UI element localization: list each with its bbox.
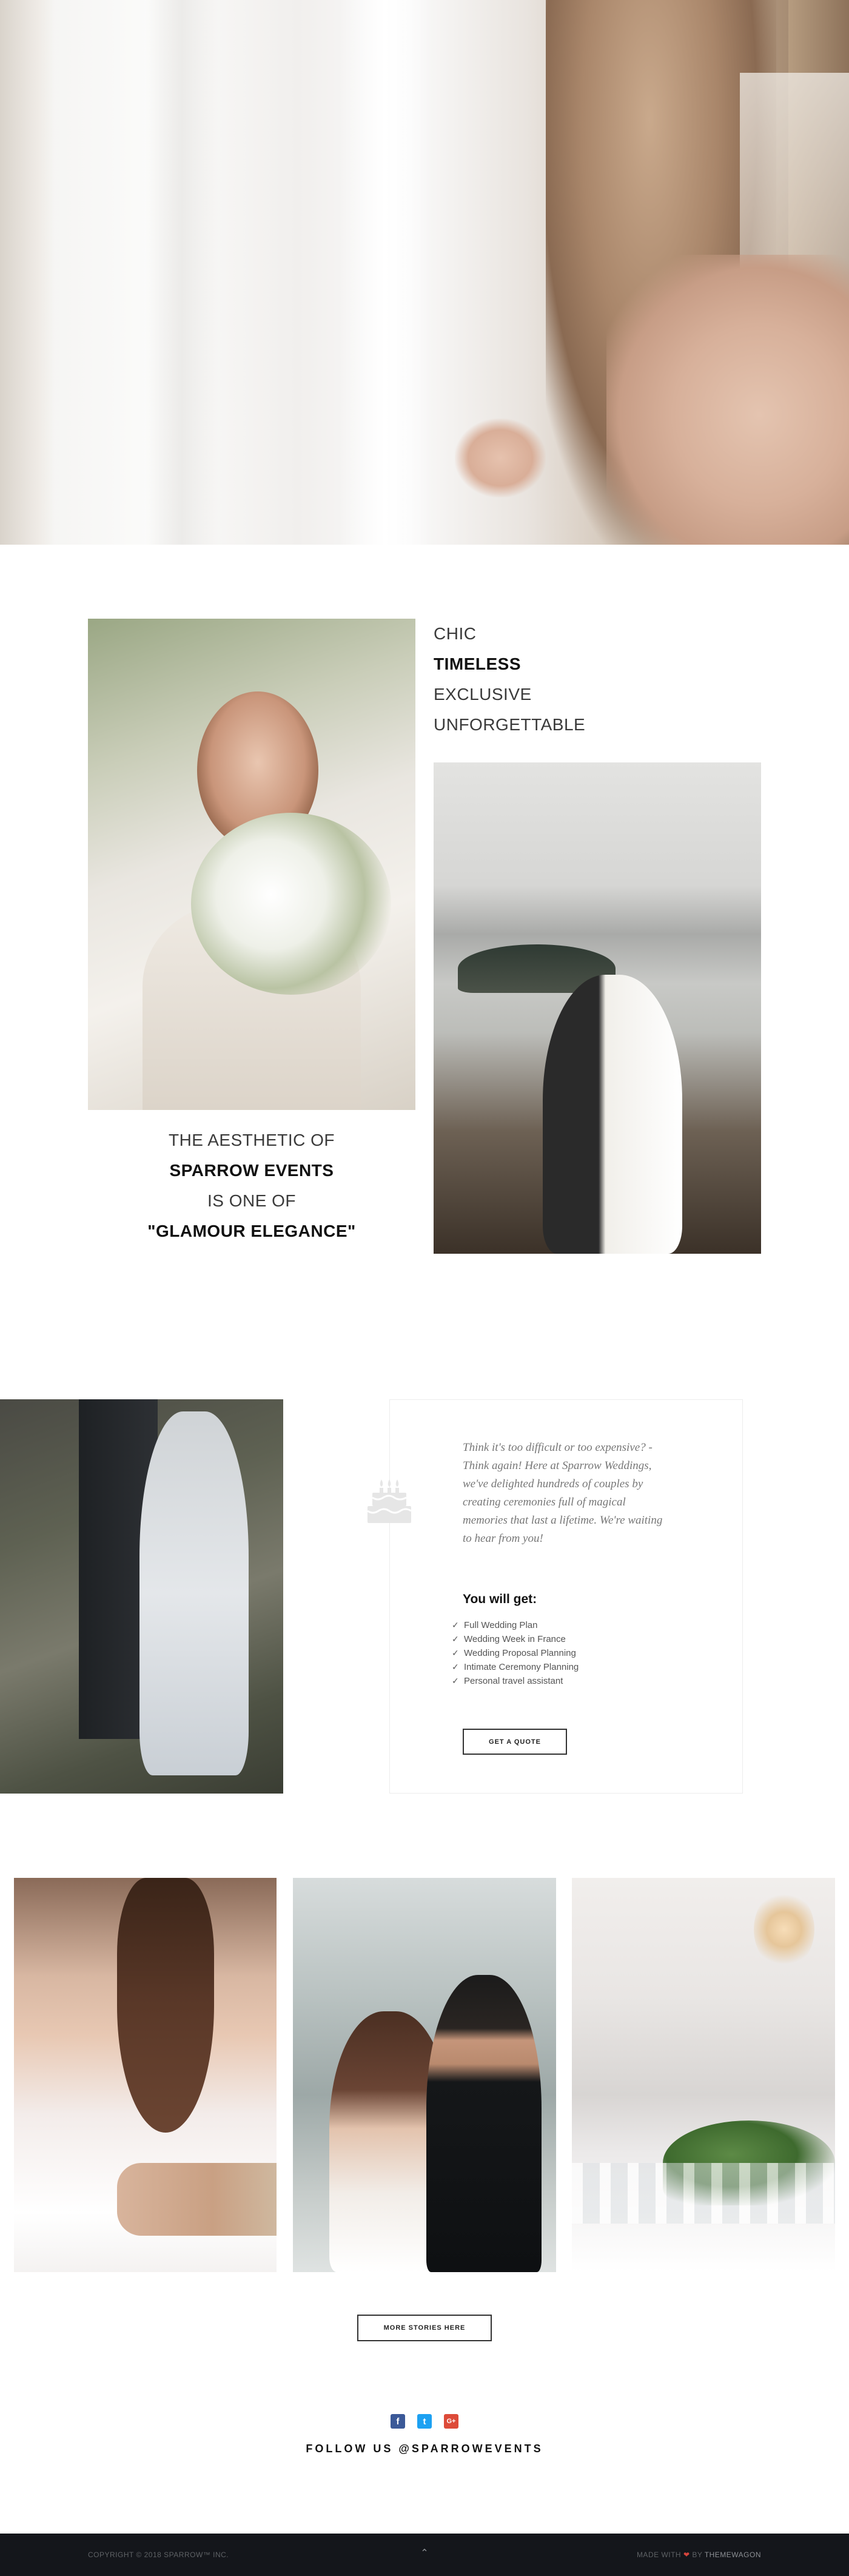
hero-image bbox=[0, 0, 849, 545]
couple-kissing bbox=[543, 975, 682, 1254]
list-item-label: Full Wedding Plan bbox=[464, 1620, 538, 1630]
themewagon-link[interactable]: THEMEWAGON bbox=[705, 2551, 761, 2559]
aesthetic-line-1: THE AESTHETIC OF bbox=[168, 1131, 335, 1149]
bride-shoulder bbox=[606, 255, 849, 545]
groom-arm bbox=[117, 2163, 277, 2236]
gallery-photo-couple-forehead-kiss[interactable] bbox=[293, 1878, 556, 2272]
list-item: ✓ Wedding Proposal Planning bbox=[452, 1646, 579, 1660]
keyword-timeless: TIMELESS bbox=[434, 654, 522, 673]
social-links: f t G+ bbox=[0, 2414, 849, 2429]
back-to-top-icon[interactable]: ⌃ bbox=[418, 2547, 431, 2561]
check-icon: ✓ bbox=[452, 1662, 459, 1672]
gallery-photo-bride-back[interactable] bbox=[14, 1878, 277, 2272]
offer-list: ✓ Full Wedding Plan ✓ Wedding Week in Fran… bbox=[452, 1618, 579, 1688]
bouquet bbox=[191, 813, 391, 995]
more-stories-button[interactable]: MORE STORIES HERE bbox=[357, 2315, 492, 2341]
list-item: ✓ Full Wedding Plan bbox=[452, 1618, 579, 1632]
get-a-quote-button[interactable]: GET A QUOTE bbox=[463, 1729, 567, 1755]
bride-hand bbox=[455, 419, 546, 497]
list-item: ✓ Intimate Ceremony Planning bbox=[452, 1660, 579, 1674]
heart-icon: ❤ bbox=[683, 2551, 690, 2559]
check-icon: ✓ bbox=[452, 1648, 459, 1658]
curtain-fold bbox=[146, 0, 218, 545]
keyword-exclusive: EXCLUSIVE bbox=[434, 685, 532, 704]
offer-heading: You will get: bbox=[463, 1592, 537, 1606]
window-light bbox=[340, 0, 431, 545]
list-item-label: Wedding Week in France bbox=[464, 1634, 566, 1644]
bride-bouquet-photo bbox=[88, 619, 415, 1110]
curtain-left bbox=[0, 0, 55, 545]
list-item-label: Personal travel assistant bbox=[464, 1676, 563, 1686]
aesthetic-line-3: IS ONE OF bbox=[207, 1191, 297, 1210]
made-with-text: MADE WITH bbox=[636, 2551, 682, 2559]
groom-figure bbox=[426, 1975, 542, 2272]
list-item-label: Wedding Proposal Planning bbox=[464, 1648, 576, 1658]
list-item: ✓ Personal travel assistant bbox=[452, 1674, 579, 1688]
check-icon: ✓ bbox=[452, 1620, 459, 1630]
intro-keywords: CHIC TIMELESS EXCLUSIVE UNFORGETTABLE bbox=[434, 619, 616, 740]
glassware bbox=[572, 2163, 835, 2224]
aesthetic-statement: THE AESTHETIC OF SPARROW EVENTS IS ONE O… bbox=[88, 1125, 415, 1246]
couple-lake-photo bbox=[434, 762, 761, 1254]
aesthetic-line-4: "GLAMOUR ELEGANCE" bbox=[147, 1222, 356, 1240]
follow-us-text: FOLLOW US @SPARROWEVENTS bbox=[306, 2443, 543, 2455]
keyword-unforgettable: UNFORGETTABLE bbox=[434, 715, 586, 734]
offer-quote: Think it's too difficult or too expensiv… bbox=[463, 1441, 663, 1545]
aesthetic-line-2: SPARROW EVENTS bbox=[169, 1161, 334, 1180]
keyword-chic: CHIC bbox=[434, 624, 477, 643]
couple-forest-photo bbox=[0, 1399, 283, 1794]
twitter-icon[interactable]: t bbox=[417, 2414, 432, 2429]
copyright-text: COPYRIGHT © 2018 SPARROW™ INC. bbox=[88, 2551, 229, 2559]
list-item: ✓ Wedding Week in France bbox=[452, 1632, 579, 1646]
check-icon: ✓ bbox=[452, 1676, 459, 1686]
by-text: BY bbox=[692, 2551, 703, 2559]
check-icon: ✓ bbox=[452, 1634, 459, 1644]
credits: MADE WITH ❤ BY THEMEWAGON bbox=[637, 2551, 761, 2559]
list-item-label: Intimate Ceremony Planning bbox=[464, 1662, 579, 1672]
bride-braid bbox=[117, 1878, 214, 2133]
wedding-cake-icon bbox=[367, 1479, 412, 1523]
google-plus-icon[interactable]: G+ bbox=[444, 2414, 458, 2429]
gallery-photo-reception-table[interactable] bbox=[572, 1878, 835, 2272]
footer: COPYRIGHT © 2018 SPARROW™ INC. ⌃ MADE WI… bbox=[0, 2534, 849, 2576]
facebook-icon[interactable]: f bbox=[391, 2414, 405, 2429]
bride-figure bbox=[139, 1411, 249, 1775]
chandelier bbox=[754, 1890, 814, 1969]
